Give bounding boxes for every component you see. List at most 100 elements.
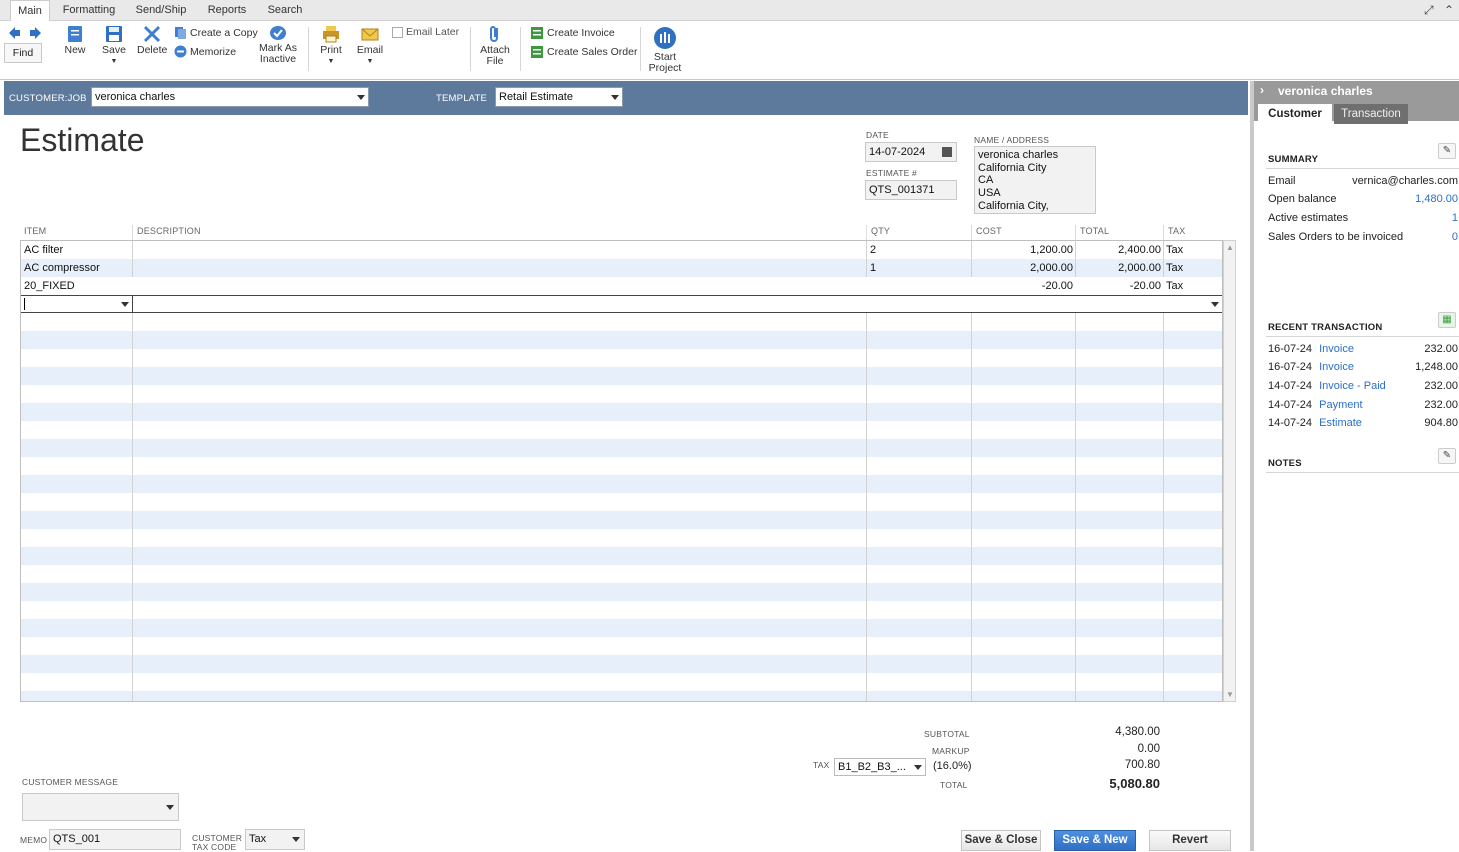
- tab-send-ship[interactable]: Send/Ship: [130, 0, 192, 21]
- previous-next-arrows-icon[interactable]: [8, 26, 42, 40]
- tax-dropdown-icon[interactable]: [1211, 302, 1219, 307]
- table-row[interactable]: AC compressor 1 2,000.00 2,000.00 Tax: [21, 259, 1222, 277]
- transaction-row: 14-07-24 Payment 232.00: [1268, 399, 1458, 414]
- subtotal-value: 4,380.00: [1115, 726, 1160, 738]
- summary-value-link[interactable]: 1: [1452, 212, 1458, 224]
- item-dropdown-icon[interactable]: [121, 302, 129, 307]
- delete-button[interactable]: Delete: [137, 25, 167, 56]
- create-copy-button[interactable]: Create a Copy: [174, 26, 258, 39]
- checkbox-icon[interactable]: [392, 26, 403, 38]
- edit-pencil-icon[interactable]: ✎: [1438, 448, 1456, 464]
- column-header-tax[interactable]: TAX: [1163, 225, 1185, 240]
- chevron-down-icon[interactable]: [292, 837, 300, 842]
- print-dropdown-icon[interactable]: ▼: [318, 56, 344, 67]
- customer-message-dropdown[interactable]: [22, 793, 179, 821]
- save-button[interactable]: Save ▼: [100, 25, 128, 67]
- tab-main[interactable]: Main: [10, 0, 50, 22]
- chevron-right-icon[interactable]: ›: [1260, 83, 1264, 97]
- column-header-item[interactable]: ITEM: [20, 225, 46, 240]
- qty-cell[interactable]: 1: [870, 259, 876, 277]
- save-dropdown-icon[interactable]: ▼: [100, 56, 128, 67]
- item-cell[interactable]: AC filter: [24, 241, 63, 259]
- column-header-description[interactable]: DESCRIPTION: [132, 225, 201, 240]
- cost-cell[interactable]: 1,200.00: [972, 241, 1073, 259]
- tab-customer[interactable]: Customer: [1258, 104, 1332, 124]
- active-edit-row[interactable]: [21, 295, 1222, 313]
- spreadsheet-icon[interactable]: ▦: [1438, 312, 1456, 328]
- revert-button[interactable]: Revert: [1149, 830, 1231, 851]
- address-line: veronica charles: [978, 149, 1059, 161]
- tax-code-dropdown[interactable]: B1_B2_B3_...: [834, 758, 926, 776]
- new-button[interactable]: New: [62, 25, 88, 56]
- chevron-down-icon[interactable]: [166, 805, 174, 810]
- transaction-amount: 904.80: [1424, 417, 1458, 429]
- total-cell[interactable]: 2,000.00: [1076, 259, 1161, 277]
- tax-cell[interactable]: Tax: [1166, 259, 1183, 277]
- tab-reports[interactable]: Reports: [202, 0, 252, 21]
- item-cell[interactable]: AC compressor: [24, 259, 100, 277]
- save-close-button[interactable]: Save & Close: [961, 830, 1041, 851]
- summary-value-link[interactable]: 0: [1452, 231, 1458, 243]
- transaction-date: 14-07-24: [1268, 380, 1313, 392]
- total-cell[interactable]: 2,400.00: [1076, 241, 1161, 259]
- item-cell[interactable]: 20_FIXED: [24, 277, 75, 295]
- tab-formatting[interactable]: Formatting: [58, 0, 120, 21]
- create-sales-order-button[interactable]: Create Sales Order: [530, 45, 637, 59]
- memo-field[interactable]: QTS_001: [49, 829, 181, 850]
- transaction-type-link[interactable]: Invoice - Paid: [1319, 380, 1386, 392]
- scroll-down-icon[interactable]: ▼: [1226, 690, 1234, 699]
- tax-cell[interactable]: Tax: [1166, 277, 1183, 295]
- transaction-type-link[interactable]: Invoice: [1319, 361, 1354, 373]
- tax-cell[interactable]: Tax: [1166, 241, 1183, 259]
- edit-pencil-icon[interactable]: ✎: [1438, 143, 1456, 159]
- save-new-button[interactable]: Save & New: [1054, 830, 1136, 851]
- tab-transaction[interactable]: Transaction: [1334, 104, 1408, 124]
- chevron-down-icon[interactable]: [357, 95, 365, 100]
- cost-cell[interactable]: -20.00: [972, 277, 1073, 295]
- table-row[interactable]: 20_FIXED -20.00 -20.00 Tax: [21, 277, 1222, 295]
- qty-cell[interactable]: 2: [870, 241, 876, 259]
- customer-job-value: veronica charles: [95, 91, 176, 103]
- chevron-down-icon[interactable]: [611, 95, 619, 100]
- column-header-total[interactable]: TOTAL: [1075, 225, 1109, 240]
- find-button[interactable]: Find: [4, 43, 42, 63]
- summary-row-email: Email vernica@charles.com: [1268, 175, 1458, 190]
- calendar-icon[interactable]: [942, 147, 952, 157]
- scroll-up-icon[interactable]: ▲: [1226, 243, 1234, 252]
- transaction-type-link[interactable]: Payment: [1319, 399, 1362, 411]
- transaction-type-link[interactable]: Invoice: [1319, 343, 1354, 355]
- table-row[interactable]: AC filter 2 1,200.00 2,400.00 Tax: [21, 241, 1222, 259]
- total-cell[interactable]: -20.00: [1076, 277, 1161, 295]
- mark-inactive-button[interactable]: Mark As Inactive: [256, 25, 300, 65]
- template-dropdown[interactable]: Retail Estimate: [495, 87, 623, 107]
- cost-cell[interactable]: 2,000.00: [972, 259, 1073, 277]
- column-header-cost[interactable]: COST: [971, 225, 1002, 240]
- summary-row-active-estimates: Active estimates 1: [1268, 212, 1458, 227]
- summary-value-link[interactable]: 1,480.00: [1415, 193, 1458, 205]
- date-field[interactable]: 14-07-2024: [865, 142, 957, 162]
- transaction-amount: 1,248.00: [1415, 361, 1458, 373]
- transaction-type-link[interactable]: Estimate: [1319, 417, 1362, 429]
- create-invoice-button[interactable]: Create Invoice: [530, 26, 615, 40]
- print-button[interactable]: Print ▼: [318, 25, 344, 67]
- expand-icon[interactable]: ⤢: [1424, 3, 1434, 18]
- start-project-button[interactable]: Start Project: [646, 26, 684, 74]
- email-dropdown-icon[interactable]: ▼: [355, 56, 385, 67]
- collapse-ribbon-icon[interactable]: ⌃: [1444, 3, 1454, 17]
- tab-search[interactable]: Search: [262, 0, 308, 21]
- memorize-label: Memorize: [190, 45, 237, 58]
- chevron-down-icon[interactable]: [914, 765, 922, 770]
- grid-scrollbar[interactable]: ▲ ▼: [1223, 240, 1236, 702]
- estimate-number-field[interactable]: QTS_001371: [865, 180, 957, 200]
- start-project-label-2: Project: [648, 62, 682, 74]
- customer-job-dropdown[interactable]: veronica charles: [91, 87, 369, 107]
- customer-tax-code-dropdown[interactable]: Tax: [245, 829, 305, 850]
- copy-icon: [175, 27, 186, 39]
- email-button[interactable]: Email ▼: [355, 25, 385, 67]
- column-header-qty[interactable]: QTY: [866, 225, 890, 240]
- memorize-button[interactable]: Memorize: [174, 45, 236, 58]
- email-later-checkbox[interactable]: Email Later: [392, 26, 459, 38]
- name-address-field[interactable]: veronica charles California City CA USA …: [974, 146, 1096, 214]
- attach-file-button[interactable]: Attach File: [478, 25, 512, 67]
- paperclip-icon: [490, 26, 498, 42]
